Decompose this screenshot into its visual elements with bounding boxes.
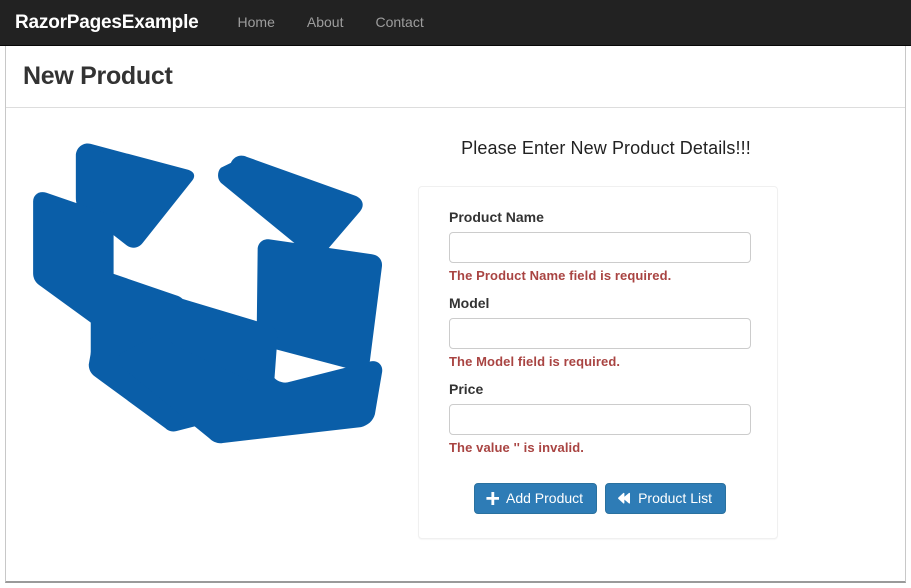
content-row: Please Enter New Product Details!!! Prod…	[6, 108, 905, 539]
form-column: Please Enter New Product Details!!! Prod…	[406, 114, 806, 539]
navbar-brand[interactable]: RazorPagesExample	[0, 0, 214, 45]
form-group-model: Model The Model field is required.	[449, 295, 751, 369]
price-input[interactable]	[449, 404, 751, 435]
illustration-column	[6, 114, 406, 444]
add-product-button[interactable]: Add Product	[474, 483, 598, 514]
product-form-panel: Product Name The Product Name field is r…	[418, 186, 778, 539]
page-header: New Product	[6, 46, 905, 91]
product-name-label: Product Name	[449, 209, 544, 225]
product-name-validation-error: The Product Name field is required.	[449, 268, 672, 283]
price-label: Price	[449, 381, 484, 397]
page-title: New Product	[23, 62, 173, 90]
open-box-icon	[33, 143, 383, 444]
model-input[interactable]	[449, 318, 751, 349]
nav-link-contact[interactable]: Contact	[359, 0, 439, 45]
plus-icon	[486, 491, 499, 505]
form-actions: Add Product Product List	[449, 483, 751, 514]
nav-link-home[interactable]: Home	[222, 0, 291, 45]
product-list-button-label: Product List	[638, 490, 712, 506]
add-product-button-label: Add Product	[506, 490, 584, 506]
navbar-links: Home About Contact	[222, 0, 440, 45]
fast-backward-icon	[617, 492, 631, 504]
product-name-input[interactable]	[449, 232, 751, 263]
top-navbar: RazorPagesExample Home About Contact	[0, 0, 911, 46]
form-group-price: Price The value '' is invalid.	[449, 381, 751, 455]
model-validation-error: The Model field is required.	[449, 354, 621, 369]
price-validation-error: The value '' is invalid.	[449, 440, 585, 455]
page-container: New Product Please Enter New Product Det…	[5, 46, 906, 583]
model-label: Model	[449, 295, 490, 311]
form-group-product-name: Product Name The Product Name field is r…	[449, 209, 751, 283]
product-list-button[interactable]: Product List	[605, 483, 726, 514]
nav-link-about[interactable]: About	[291, 0, 360, 45]
form-heading: Please Enter New Product Details!!!	[461, 138, 751, 158]
